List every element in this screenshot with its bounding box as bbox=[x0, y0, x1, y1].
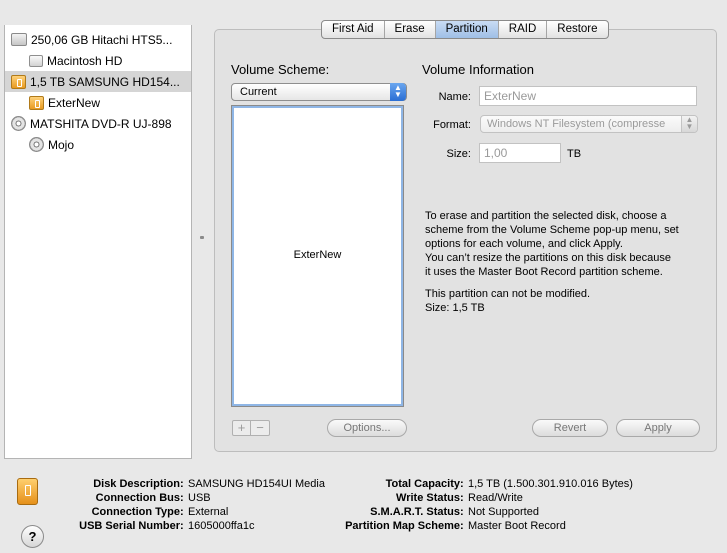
external-volume-icon bbox=[29, 95, 44, 110]
internal-disk-icon bbox=[11, 33, 27, 46]
info-row: USB Serial Number: 1605000ffa1c bbox=[40, 519, 325, 533]
status-line: Size: 1,5 TB bbox=[425, 302, 485, 314]
volume-item-macintosh-hd[interactable]: Macintosh HD bbox=[5, 50, 191, 71]
volume-scheme-value: Current bbox=[240, 86, 277, 98]
format-select[interactable]: Windows NT Filesystem (compresse ▲ ▼ bbox=[480, 115, 698, 133]
partition-panel: Volume Scheme: Current ▲ ▼ ExterNew + − O… bbox=[214, 29, 717, 452]
disk-item-matshita[interactable]: MATSHITA DVD-R UJ-898 bbox=[5, 113, 191, 134]
info-row: Partition Map Scheme: Master Boot Record bbox=[310, 519, 633, 533]
volume-item-label: ExterNew bbox=[48, 95, 101, 110]
revert-button[interactable]: Revert bbox=[532, 419, 608, 437]
disk-item-label: MATSHITA DVD-R UJ-898 bbox=[30, 116, 172, 131]
help-line: options for each volume, and click Apply… bbox=[425, 238, 623, 250]
name-field[interactable]: ExterNew bbox=[479, 86, 697, 106]
disk-item-label: 250,06 GB Hitachi HTS5... bbox=[31, 32, 173, 47]
name-label: Name: bbox=[438, 91, 471, 103]
info-row: Disk Description: SAMSUNG HD154UI Media bbox=[40, 477, 325, 491]
disk-item-samsung[interactable]: 1,5 TB SAMSUNG HD154... bbox=[5, 71, 191, 92]
info-value: Not Supported bbox=[468, 506, 539, 518]
external-disk-icon bbox=[17, 478, 38, 505]
info-value: Master Boot Record bbox=[468, 520, 566, 532]
disk-info-right: Total Capacity: 1,5 TB (1.500.301.910.01… bbox=[310, 477, 633, 533]
tab-raid[interactable]: RAID bbox=[499, 21, 548, 38]
partition-map[interactable]: ExterNew bbox=[231, 105, 404, 407]
tab-bar: First Aid Erase Partition RAID Restore bbox=[321, 20, 609, 39]
updown-arrows-icon: ▲ ▼ bbox=[681, 116, 697, 132]
help-line: it uses the Master Boot Record partition… bbox=[425, 266, 663, 278]
disk-info-left: Disk Description: SAMSUNG HD154UI Media … bbox=[40, 477, 325, 533]
tab-erase[interactable]: Erase bbox=[385, 21, 436, 38]
info-key: Connection Type bbox=[91, 506, 180, 518]
disk-item-label: 1,5 TB SAMSUNG HD154... bbox=[30, 74, 180, 89]
info-value: 1605000ffa1c bbox=[188, 520, 255, 532]
size-label: Size: bbox=[446, 148, 471, 160]
format-value: Windows NT Filesystem (compresse bbox=[487, 118, 666, 130]
help-line: To erase and partition the selected disk… bbox=[425, 210, 667, 222]
volume-information-title: Volume Information bbox=[422, 62, 535, 77]
info-key: Write Status bbox=[396, 492, 460, 504]
info-key: Disk Description bbox=[93, 478, 180, 490]
volume-item-label: Mojo bbox=[48, 137, 75, 152]
info-key: S.M.A.R.T. Status bbox=[370, 506, 460, 518]
help-line: scheme from the Volume Scheme pop-up men… bbox=[425, 224, 679, 236]
tab-partition[interactable]: Partition bbox=[435, 21, 499, 38]
updown-arrows-icon: ▲ ▼ bbox=[390, 83, 406, 101]
help-line: You can’t resize the partitions on this … bbox=[425, 252, 672, 264]
volume-scheme-select[interactable]: Current ▲ ▼ bbox=[231, 83, 407, 101]
volume-item-externew[interactable]: ExterNew bbox=[5, 92, 191, 113]
info-row: Connection Bus: USB bbox=[40, 491, 325, 505]
info-row: Write Status: Read/Write bbox=[310, 491, 633, 505]
options-button[interactable]: Options... bbox=[327, 419, 407, 437]
apply-button[interactable]: Apply bbox=[616, 419, 700, 437]
partition-help-text: To erase and partition the selected disk… bbox=[425, 209, 710, 315]
format-label: Format: bbox=[433, 119, 471, 131]
status-line: This partition can not be modified. bbox=[425, 288, 591, 300]
disk-list[interactable]: 250,06 GB Hitachi HTS5... Macintosh HD 1… bbox=[4, 25, 192, 459]
disc-icon bbox=[29, 137, 44, 152]
volume-item-mojo[interactable]: Mojo bbox=[5, 134, 191, 155]
volume-icon bbox=[29, 54, 43, 67]
optical-drive-icon bbox=[11, 116, 26, 131]
add-remove-buttons: + − bbox=[232, 420, 270, 436]
size-unit: TB bbox=[567, 148, 582, 160]
info-value: 1,5 TB (1.500.301.910.016 Bytes) bbox=[468, 478, 633, 490]
info-row: S.M.A.R.T. Status: Not Supported bbox=[310, 505, 633, 519]
external-disk-icon bbox=[11, 74, 26, 89]
info-value: External bbox=[188, 506, 229, 518]
disk-item-hitachi[interactable]: 250,06 GB Hitachi HTS5... bbox=[5, 29, 191, 50]
tab-restore[interactable]: Restore bbox=[547, 21, 607, 38]
info-key: Total Capacity bbox=[385, 478, 460, 490]
info-value: SAMSUNG HD154UI Media bbox=[188, 478, 325, 490]
size-field[interactable]: 1,00 bbox=[479, 143, 561, 163]
info-value: USB bbox=[188, 492, 211, 504]
info-key: USB Serial Number bbox=[79, 520, 180, 532]
info-key: Connection Bus bbox=[95, 492, 180, 504]
split-view-handle[interactable] bbox=[200, 236, 204, 239]
tab-first-aid[interactable]: First Aid bbox=[322, 21, 385, 38]
partition-label: ExterNew bbox=[293, 249, 342, 261]
info-row: Connection Type: External bbox=[40, 505, 325, 519]
info-key: Partition Map Scheme bbox=[345, 520, 460, 532]
volume-item-label: Macintosh HD bbox=[47, 53, 123, 68]
remove-partition-button[interactable]: − bbox=[251, 421, 269, 435]
info-row: Total Capacity: 1,5 TB (1.500.301.910.01… bbox=[310, 477, 633, 491]
info-value: Read/Write bbox=[468, 492, 523, 504]
add-partition-button[interactable]: + bbox=[233, 421, 251, 435]
volume-scheme-title: Volume Scheme: bbox=[231, 62, 330, 77]
